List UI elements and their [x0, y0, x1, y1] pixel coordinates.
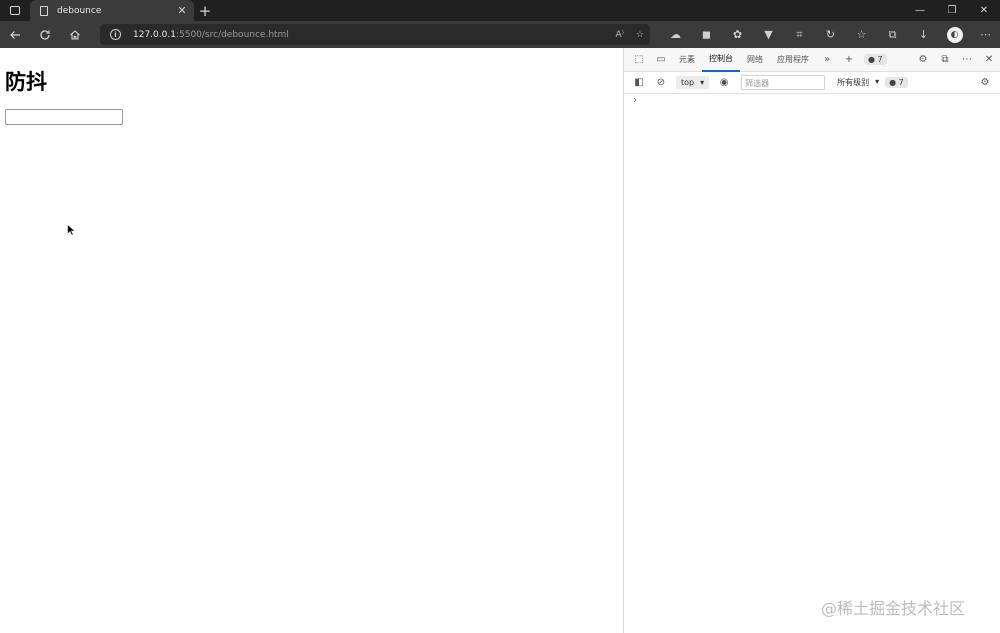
url-host: 127.0.0.1: [133, 29, 176, 40]
tab-strip: debounce ✕ + — ❐ ✕: [0, 0, 1000, 21]
tab-actions-button[interactable]: [0, 0, 30, 21]
browser-toolbar: i 127.0.0.1:5500/src/debounce.html A⁾ ☆ …: [0, 21, 1000, 48]
refresh-icon: [40, 29, 50, 40]
settings-gear-icon[interactable]: ⚙: [912, 48, 934, 72]
back-arrow-icon: [10, 30, 20, 39]
read-aloud-icon[interactable]: A⁾: [616, 30, 624, 40]
downloads-icon[interactable]: ↓: [908, 28, 939, 41]
tab-actions-icon: [10, 6, 20, 15]
issues-count: 7: [877, 55, 883, 64]
sidebar-toggle-icon[interactable]: ◧: [628, 71, 650, 95]
inspect-element-icon[interactable]: ⬚: [628, 48, 650, 72]
add-tab-icon[interactable]: +: [838, 48, 860, 72]
favorite-star-icon[interactable]: ☆: [636, 30, 644, 40]
collections-icon[interactable]: ⧉: [877, 28, 908, 42]
extension-tampermonkey-icon[interactable]: ◼: [691, 28, 722, 41]
messages-count: 7: [898, 78, 904, 87]
extension-vue-icon[interactable]: ▼: [753, 28, 784, 41]
issues-badge[interactable]: ● 7: [864, 54, 887, 65]
chevron-down-icon: ▾: [700, 78, 705, 87]
home-button[interactable]: [60, 21, 90, 48]
page-title: 防抖: [5, 70, 47, 94]
refresh-button[interactable]: [30, 21, 60, 48]
favorites-icon[interactable]: ☆: [846, 28, 877, 41]
close-window-button[interactable]: ✕: [968, 0, 1000, 21]
console-prompt[interactable]: ›: [633, 95, 637, 106]
close-devtools-icon[interactable]: ✕: [978, 48, 1000, 72]
log-levels-label: 所有级别: [837, 78, 870, 87]
extension-crop-icon[interactable]: ⌗: [784, 28, 815, 42]
devtools-tab-bar: ⬚ ▭ 元素 控制台 网络 应用程序 » + ● 7 ⚙ ⧉ ⋯ ✕: [624, 48, 1000, 72]
address-bar[interactable]: i 127.0.0.1:5500/src/debounce.html A⁾ ☆: [100, 24, 650, 45]
minimize-button[interactable]: —: [904, 0, 936, 21]
context-select[interactable]: top ▾: [676, 76, 710, 89]
mouse-cursor-icon: [67, 224, 76, 236]
console-toolbar: ◧ ⊘ top ▾ ◉ 筛选器 所有级别 ▾ ● 7 ⚙: [624, 72, 1000, 94]
tab-application[interactable]: 应用程序: [770, 48, 816, 72]
console-settings-gear-icon[interactable]: ⚙: [974, 71, 996, 95]
clear-console-icon[interactable]: ⊘: [650, 71, 672, 95]
tab-debounce[interactable]: debounce ✕: [30, 0, 194, 21]
site-info-icon[interactable]: i: [110, 29, 121, 40]
watermark: @稀土掘金技术社区: [821, 599, 966, 618]
more-options-icon[interactable]: ⋯: [956, 48, 978, 72]
profile-button[interactable]: ◐: [939, 26, 970, 43]
more-tabs-icon[interactable]: »: [816, 48, 838, 72]
restore-button[interactable]: ❐: [936, 0, 968, 21]
more-menu-icon[interactable]: ⋯: [970, 28, 1000, 41]
log-levels-select[interactable]: 所有级别 ▾: [837, 77, 879, 88]
new-tab-button[interactable]: +: [194, 0, 216, 21]
page-viewport: 防抖: [0, 48, 623, 633]
extension-cloud-icon[interactable]: ☁: [660, 28, 691, 41]
chevron-down-icon: ▾: [875, 77, 880, 86]
page-icon: [40, 5, 48, 16]
tab-elements[interactable]: 元素: [672, 48, 702, 72]
debounce-input[interactable]: [5, 109, 123, 125]
back-button[interactable]: [0, 21, 30, 48]
window-controls: — ❐ ✕: [904, 0, 1000, 21]
extension-sync-icon[interactable]: ↻: [815, 28, 846, 41]
context-value: top: [681, 78, 695, 87]
devtools-panel: ⬚ ▭ 元素 控制台 网络 应用程序 » + ● 7 ⚙ ⧉ ⋯ ✕ ◧ ⊘ t…: [623, 48, 1000, 633]
device-toolbar-icon[interactable]: ▭: [650, 48, 672, 72]
avatar: ◐: [946, 26, 963, 43]
dock-side-icon[interactable]: ⧉: [934, 48, 956, 72]
tab-title: debounce: [57, 5, 102, 16]
tab-close-icon[interactable]: ✕: [176, 4, 188, 17]
home-icon: [70, 29, 80, 40]
extensions-bar: ☁ ◼ ✿ ▼ ⌗ ↻ ☆ ⧉ ↓ ◐ ⋯: [660, 21, 1000, 48]
live-expression-eye-icon[interactable]: ◉: [713, 71, 735, 95]
url-path: :5500/src/debounce.html: [175, 29, 289, 40]
tab-console[interactable]: 控制台: [702, 48, 740, 72]
tab-network[interactable]: 网络: [740, 48, 770, 72]
console-filter-input[interactable]: 筛选器: [741, 75, 826, 90]
messages-badge[interactable]: ● 7: [885, 77, 908, 88]
extension-palette-icon[interactable]: ✿: [722, 28, 753, 41]
